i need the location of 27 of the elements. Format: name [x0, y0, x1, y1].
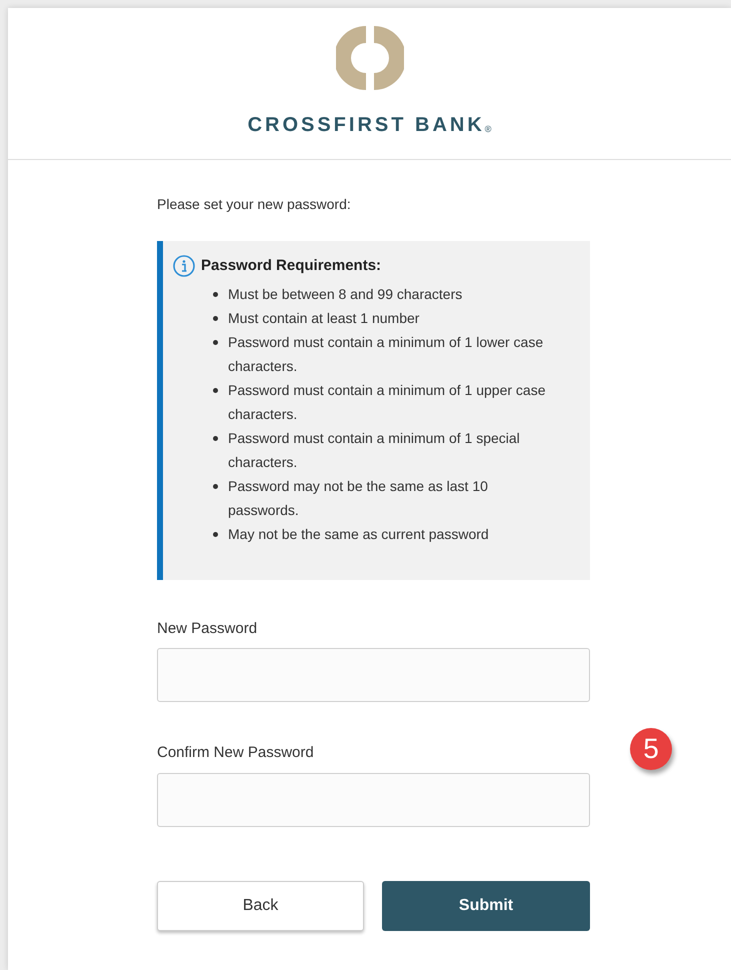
bullet-icon [213, 532, 218, 536]
step-badge: 5 [630, 728, 672, 770]
requirement-text: Password may not be the same as last 10 passwords. [228, 476, 489, 520]
password-field[interactable] [157, 648, 590, 702]
bullet-icon [213, 484, 218, 488]
back-button[interactable]: Back [157, 880, 364, 930]
requirement-text: May not be the same as current password [228, 524, 490, 544]
requirement-text: Must contain at least 1 number [228, 308, 420, 328]
requirements-title: Password Requirements: [201, 256, 382, 276]
field-label: New Password [157, 618, 258, 638]
submit-button[interactable]: Submit [382, 880, 590, 930]
bullet-icon [213, 340, 218, 344]
requirement-text: Password must contain a minimum of 1 upper case characters. [228, 380, 546, 424]
bullet-icon [213, 292, 218, 296]
bullet-icon [213, 316, 218, 320]
bullet-icon [213, 388, 218, 392]
registered-mark: ® [484, 122, 492, 136]
field-label: Confirm New Password [157, 743, 315, 763]
logo-icon [336, 24, 404, 92]
password-field[interactable] [157, 772, 590, 826]
requirement-text: Password must contain a minimum of 1 special characters. [228, 428, 521, 472]
bullet-icon [213, 436, 218, 440]
requirement-text: Must be between 8 and 99 characters [228, 284, 464, 304]
info-icon [173, 255, 195, 278]
requirement-text: Password must contain a minimum of 1 lower case characters. [228, 332, 544, 376]
brand-name: CROSSFIRST BANK [248, 113, 485, 138]
prompt-text: Please set your new password: [157, 195, 352, 214]
